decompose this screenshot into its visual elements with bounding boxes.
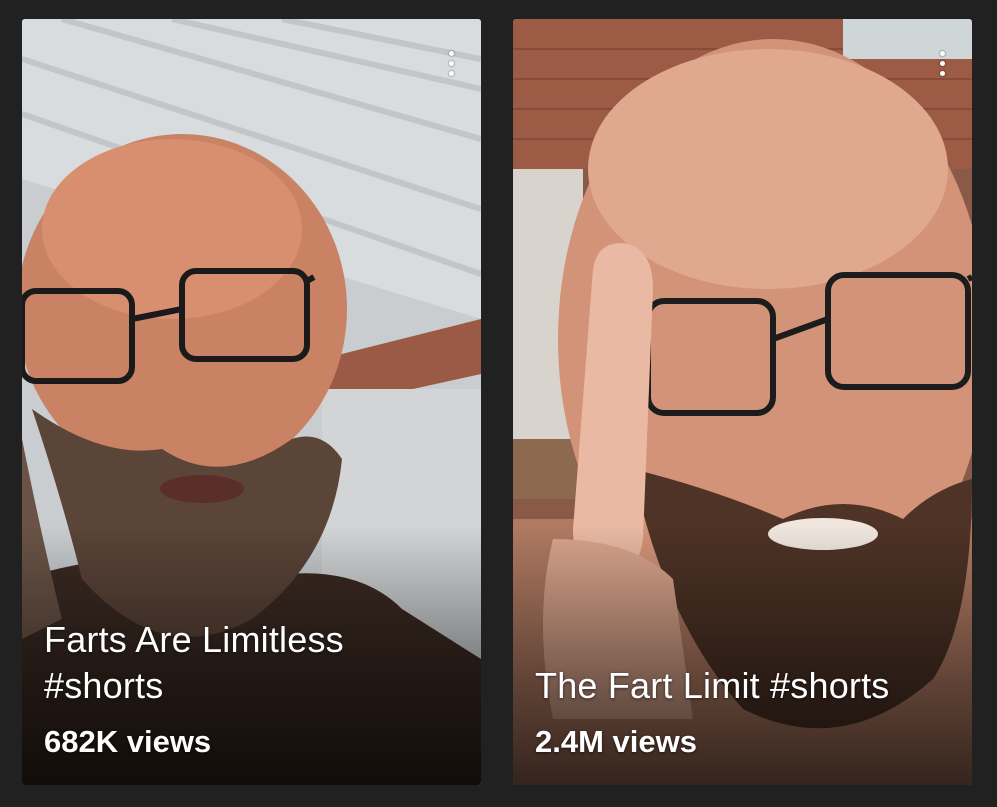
more-vert-icon[interactable] bbox=[437, 41, 465, 85]
short-title-line: #shorts bbox=[44, 665, 164, 706]
short-meta: Farts Are Limitless #shorts 682K views bbox=[44, 617, 463, 761]
shorts-shelf: Farts Are Limitless #shorts 682K views T… bbox=[0, 0, 997, 807]
menu-dot bbox=[448, 60, 454, 66]
short-card[interactable]: Farts Are Limitless #shorts 682K views bbox=[22, 19, 481, 785]
short-title-line: Farts Are Limitless bbox=[44, 619, 344, 660]
short-title[interactable]: The Fart Limit #shorts bbox=[535, 663, 954, 709]
menu-dot bbox=[939, 50, 945, 56]
menu-dot bbox=[939, 60, 945, 66]
short-title[interactable]: Farts Are Limitless #shorts bbox=[44, 617, 463, 709]
more-vert-icon[interactable] bbox=[928, 41, 956, 85]
menu-dot bbox=[448, 50, 454, 56]
menu-dot bbox=[939, 70, 945, 76]
short-meta: The Fart Limit #shorts 2.4M views bbox=[535, 663, 954, 761]
menu-dot bbox=[448, 70, 454, 76]
view-count: 682K views bbox=[44, 724, 212, 759]
short-card[interactable]: The Fart Limit #shorts 2.4M views bbox=[513, 19, 972, 785]
view-count: 2.4M views bbox=[535, 724, 697, 759]
